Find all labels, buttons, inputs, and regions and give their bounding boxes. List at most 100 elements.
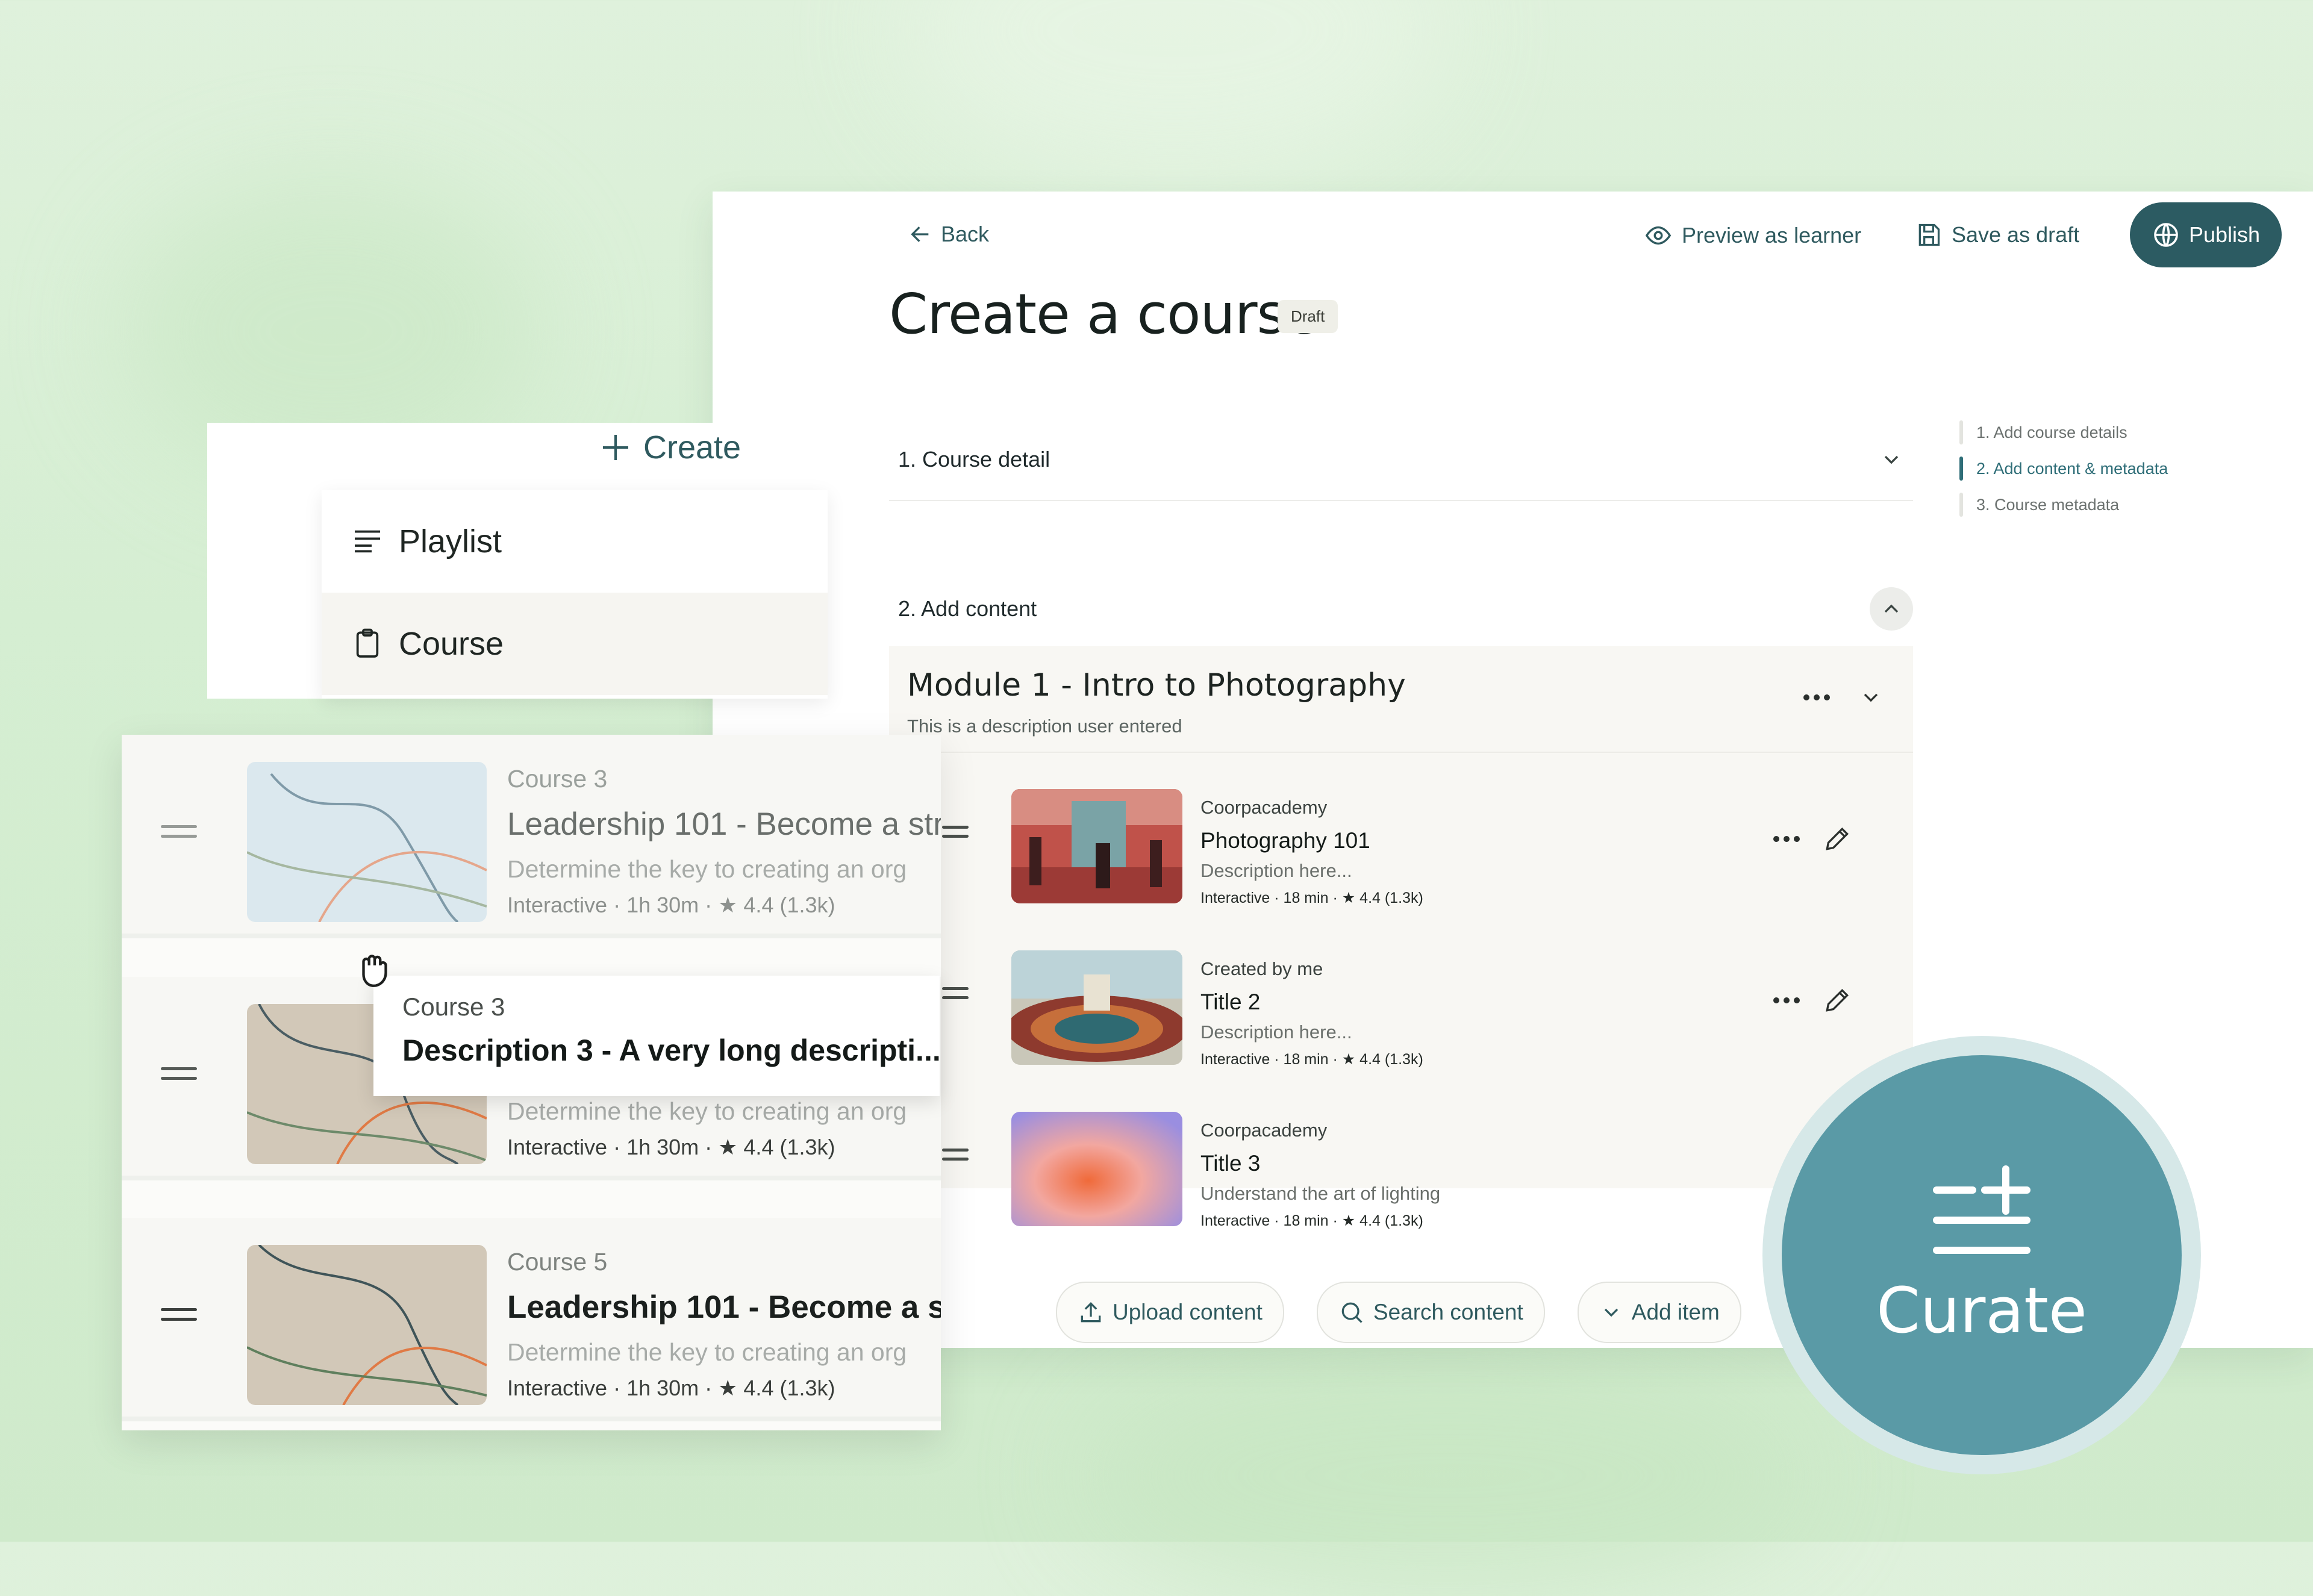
course-meta: Interactive · 1h 30m · ★ 4.4 (1.3k) (507, 893, 835, 917)
drag-handle-icon[interactable] (942, 1149, 969, 1167)
background-blob (1084, 1355, 1807, 1596)
module-header: Module 1 - Intro to Photography This is … (889, 646, 1913, 753)
collapse-section-button[interactable] (1870, 587, 1913, 631)
item-actions (1768, 982, 1855, 1018)
back-button[interactable]: Back (908, 222, 989, 247)
item-source: Coorpacademy (1200, 1120, 1328, 1141)
upload-icon (1081, 1301, 1101, 1323)
item-meta: Interactive · 18 min · ★ 4.4 (1.3k) (1200, 890, 1423, 906)
add-item-label: Add item (1631, 1300, 1720, 1324)
item-more-button[interactable] (1768, 982, 1805, 1018)
clipboard-icon (356, 628, 379, 658)
toc-indicator (1959, 493, 1963, 517)
grab-hand-icon (362, 955, 387, 987)
toc-item-course-details[interactable]: 1. Add course details (1959, 414, 2168, 450)
section-course-detail[interactable]: 1. Course detail (889, 432, 1913, 487)
toc-item-course-metadata[interactable]: 3. Course metadata (1959, 487, 2168, 523)
item-description: Description here... (1200, 860, 1352, 881)
course-subtitle: Course 5 (507, 1248, 608, 1276)
course-thumbnail (247, 1245, 487, 1405)
toc-indicator (1959, 420, 1963, 444)
module-card: Module 1 - Intro to Photography This is … (889, 646, 1913, 1229)
item-thumbnail (1011, 789, 1182, 903)
list-item[interactable]: Created by me Title 2 Description here..… (889, 934, 1913, 1079)
course-title: Leadership 101 - Become a str (507, 806, 941, 842)
playlist-icon (355, 530, 380, 553)
menu-item-label: Course (399, 626, 504, 662)
chevron-down-icon (1864, 693, 1878, 702)
toc-item-label: 3. Course metadata (1976, 495, 2120, 514)
save-icon (1918, 223, 1940, 246)
course-meta: Interactive · 1h 30m · ★ 4.4 (1.3k) (507, 1135, 835, 1159)
add-item-button[interactable]: Add item (1577, 1282, 1741, 1343)
drag-handle-icon[interactable] (161, 825, 197, 844)
toc-item-content-metadata[interactable]: 2. Add content & metadata (1959, 450, 2168, 487)
module-description: This is a description user entered (907, 715, 1182, 737)
curate-list-add-icon (1933, 1165, 2031, 1254)
item-description: Description here... (1200, 1021, 1352, 1043)
search-label: Search content (1373, 1300, 1523, 1324)
more-horizontal-icon (1773, 836, 1800, 842)
item-meta: Interactive · 18 min · ★ 4.4 (1.3k) (1200, 1212, 1423, 1229)
search-icon (1341, 1302, 1363, 1323)
course-subtitle: Course 3 (507, 765, 608, 793)
module-more-button[interactable] (1799, 679, 1835, 715)
pencil-icon (1826, 827, 1849, 850)
chevron-down-icon (1604, 1308, 1618, 1317)
publish-label: Publish (2188, 222, 2261, 247)
search-content-button[interactable]: Search content (1316, 1282, 1545, 1343)
status-badge: Draft (1278, 300, 1338, 333)
course-card[interactable]: Course 3 Leadership 101 - Become a str D… (122, 735, 941, 938)
drag-handle-icon[interactable] (161, 1067, 197, 1086)
upload-content-button[interactable]: Upload content (1056, 1282, 1284, 1343)
save-as-draft-button[interactable]: Save as draft (1915, 222, 2079, 248)
back-label: Back (941, 222, 990, 246)
upload-label: Upload content (1113, 1300, 1263, 1324)
drag-handle-icon[interactable] (942, 987, 969, 1005)
course-description: Determine the key to creating an org (507, 1097, 907, 1125)
menu-item-course[interactable]: Course (322, 593, 828, 695)
course-meta: Interactive · 1h 30m · ★ 4.4 (1.3k) (507, 1376, 835, 1400)
course-title: Leadership 101 - Become a str (507, 1289, 941, 1325)
chevron-down-icon (1884, 455, 1899, 464)
menu-item-playlist[interactable]: Playlist (322, 490, 828, 593)
drag-preview-card[interactable]: Course 3 Description 3 - A very long des… (373, 976, 941, 1096)
expand-section-button[interactable] (1870, 438, 1913, 481)
module-title: Module 1 - Intro to Photography (907, 667, 1406, 703)
chevron-up-icon (1884, 604, 1899, 613)
toc-item-label: 2. Add content & metadata (1976, 459, 2168, 478)
item-edit-button[interactable] (1819, 982, 1855, 1018)
item-title: Photography 101 (1200, 828, 1370, 853)
create-label: Create (643, 429, 741, 466)
drag-handle-icon[interactable] (161, 1308, 197, 1327)
page-title: Create a course (889, 282, 1319, 346)
module-collapse-button[interactable] (1853, 679, 1889, 715)
section-add-content[interactable]: 2. Add content (889, 582, 1913, 636)
item-more-button[interactable] (1768, 821, 1805, 857)
publish-button[interactable]: Publish (2130, 202, 2282, 267)
more-horizontal-icon (1803, 694, 1830, 700)
item-edit-button[interactable] (1819, 821, 1855, 857)
preview-label: Preview as learner (1682, 223, 1862, 248)
list-item[interactable]: Coorpacademy Photography 101 Description… (889, 773, 1913, 917)
curate-button[interactable]: Curate (1782, 1055, 2182, 1455)
item-title: Title 3 (1200, 1151, 1261, 1176)
drag-preview-title: Description 3 - A very long descripti... (402, 1033, 941, 1067)
item-actions (1768, 821, 1855, 857)
background-blob (904, 0, 1446, 181)
preview-as-learner-button[interactable]: Preview as learner (1644, 222, 1861, 249)
section-title: 2. Add content (898, 596, 1037, 621)
course-card[interactable]: Course 5 Leadership 101 - Become a str D… (122, 1218, 941, 1421)
more-horizontal-icon (1773, 997, 1800, 1003)
list-item[interactable]: Coorpacademy Title 3 Understand the art … (889, 1096, 1913, 1240)
eye-icon (1645, 226, 1672, 245)
plus-icon (603, 435, 628, 460)
section-divider (889, 500, 1913, 501)
drag-handle-icon[interactable] (942, 826, 969, 844)
item-thumbnail (1011, 950, 1182, 1065)
module-actions-bar: Upload content Search content Add item (1056, 1282, 1741, 1343)
globe-icon (2154, 223, 2178, 247)
course-thumbnail (247, 762, 487, 922)
create-button[interactable]: Create (599, 423, 741, 472)
menu-item-label: Playlist (399, 523, 502, 560)
